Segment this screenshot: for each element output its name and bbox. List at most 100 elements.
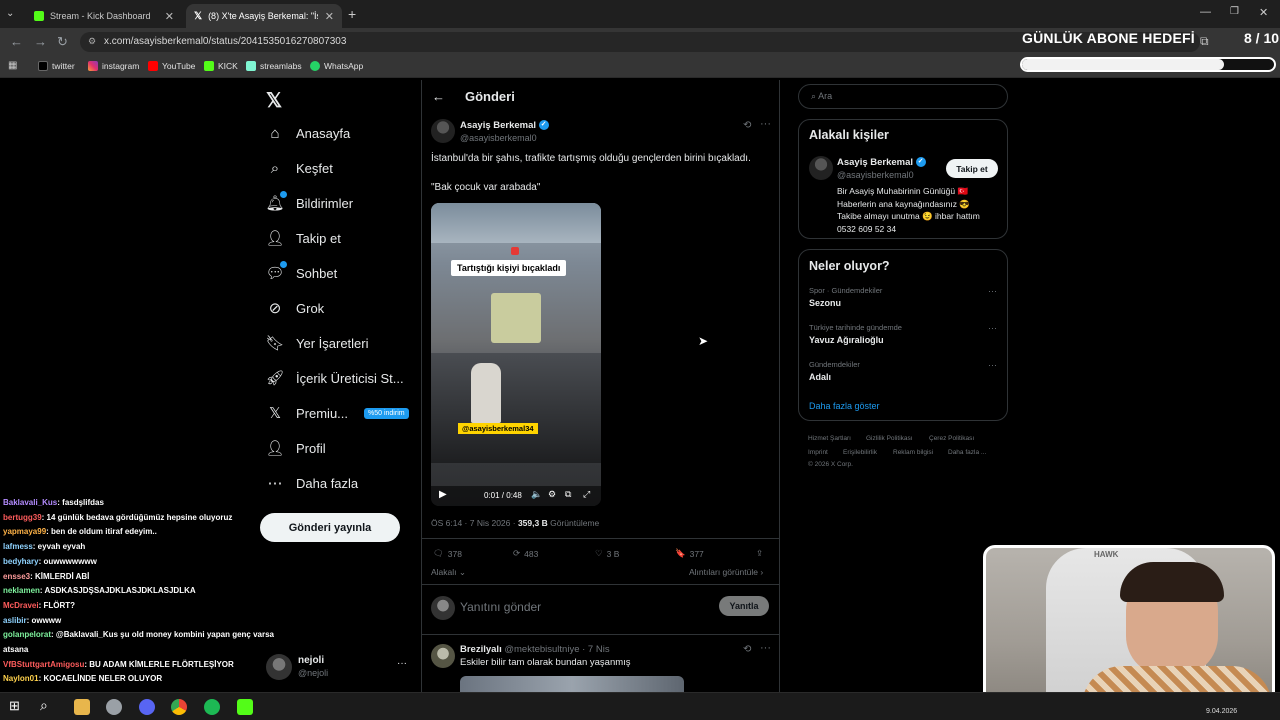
reply-count[interactable]: 🗨 378 <box>433 548 462 559</box>
chat-username[interactable]: golanpelorat <box>3 630 51 639</box>
volume-icon[interactable]: 🔈 <box>531 489 542 500</box>
trend-more-icon[interactable]: ··· <box>988 286 997 296</box>
grok-icon[interactable]: ⟲ <box>743 644 751 655</box>
tab-x-post[interactable]: 𝕏 (8) X'te Asayiş Berkemal: "İstanb ✕ <box>186 4 342 28</box>
restore-icon[interactable]: ❐ <box>1230 6 1239 17</box>
footer-link[interactable]: Daha fazla ... <box>948 449 986 456</box>
nav-item-1[interactable]: ⌕ Keşfet <box>266 153 333 183</box>
related-name[interactable]: Asayiş Berkemal ✓ <box>837 157 926 168</box>
forward-icon[interactable]: → <box>34 34 47 49</box>
chat-username[interactable]: yapmaya99 <box>3 527 46 536</box>
tab-list-chevron-icon[interactable]: ⌄ <box>6 8 14 19</box>
x-logo-icon[interactable]: 𝕏 <box>266 88 282 113</box>
new-tab-icon[interactable]: + <box>348 6 356 22</box>
trend-more-icon[interactable]: ··· <box>988 360 997 370</box>
nav-item-4[interactable]: 💬︎ Sohbet <box>265 258 337 288</box>
chat-username[interactable]: VfBStuttgartAmigosu <box>3 660 84 669</box>
settings-icon[interactable]: ⚙ <box>548 489 556 500</box>
back-icon[interactable]: ← <box>10 34 23 49</box>
chrome-icon[interactable] <box>171 699 187 715</box>
reply-media[interactable] <box>460 676 684 692</box>
bookmark-whatsapp[interactable]: WhatsApp <box>310 61 363 71</box>
reply-author[interactable]: Brezilyalı <box>460 644 502 655</box>
fullscreen-icon[interactable]: ⤢ <box>583 489 590 500</box>
post-more-icon[interactable]: ··· <box>760 118 771 130</box>
close-tab-icon[interactable]: ✕ <box>325 10 334 23</box>
reply-more-icon[interactable]: ··· <box>760 642 771 654</box>
reply-avatar[interactable] <box>431 644 455 668</box>
close-tab-icon[interactable]: ✕ <box>165 10 174 23</box>
apps-grid-icon[interactable]: ▦ <box>8 60 17 71</box>
bookmark-instagram[interactable]: instagram <box>88 61 139 71</box>
chat-username[interactable]: McDravei <box>3 601 39 610</box>
settings-app-icon[interactable] <box>106 699 122 715</box>
reply-button[interactable]: Yanıtla <box>719 596 769 616</box>
nav-item-5[interactable]: ⊘ Grok <box>266 293 324 323</box>
author-avatar[interactable] <box>431 119 455 143</box>
nav-item-2[interactable]: 🔔︎ Bildirimler <box>265 188 353 218</box>
chat-username[interactable]: neklamen <box>3 586 40 595</box>
back-arrow-icon[interactable]: ← <box>432 89 445 104</box>
footer-link[interactable]: Gizlilik Politikası <box>866 435 913 442</box>
chat-username[interactable]: lafmess <box>3 542 33 551</box>
related-avatar[interactable] <box>809 156 833 180</box>
nav-item-9[interactable]: 👤︎ Profil <box>265 433 325 463</box>
nav-item-8[interactable]: 𝕏 Premiu... %50 indirim <box>266 398 409 428</box>
bookmark-youtube[interactable]: YouTube <box>148 61 195 71</box>
nav-item-7[interactable]: 🚀︎ İçerik Üreticisi St... <box>265 363 403 393</box>
like-count[interactable]: ♡ 3 B <box>595 548 619 559</box>
chat-username[interactable]: Naylon01 <box>3 674 39 683</box>
nav-item-10[interactable]: ⋯ Daha fazla <box>266 468 359 498</box>
account-more-icon[interactable]: ··· <box>397 658 407 669</box>
site-info-icon[interactable]: ⚙ <box>88 36 96 47</box>
bookmark-kick[interactable]: KICK <box>204 61 238 71</box>
kick-app-icon[interactable] <box>237 699 253 715</box>
avatar[interactable] <box>266 654 292 680</box>
author-name[interactable]: Asayiş Berkemal ✓ <box>460 120 549 131</box>
repost-count[interactable]: ⟳ 483 <box>513 548 538 559</box>
post-video[interactable]: Tartıştığı kişiyi bıçakladı @asayisberke… <box>431 203 601 506</box>
minimize-icon[interactable]: — <box>1200 6 1211 18</box>
search-icon[interactable]: ⌕ <box>40 697 48 714</box>
close-window-icon[interactable]: ✕ <box>1259 6 1268 19</box>
reload-icon[interactable]: ↻ <box>57 34 68 50</box>
chat-username[interactable]: aslibir <box>3 616 27 625</box>
trend-item[interactable]: Sezonu <box>809 298 841 308</box>
footer-link[interactable]: Çerez Politikası <box>929 435 974 442</box>
nav-item-6[interactable]: 🔖︎ Yer İşaretleri <box>265 328 368 358</box>
search-input[interactable]: ⌕ Ara <box>798 84 1008 109</box>
chat-username[interactable]: bedyhary <box>3 557 39 566</box>
file-explorer-icon[interactable] <box>74 699 90 715</box>
chat-username[interactable]: Baklavali_Kus <box>3 498 57 507</box>
related-handle[interactable]: @asayisberkemal0 <box>837 170 914 180</box>
windows-start-icon[interactable]: ⊞ <box>9 698 20 714</box>
bookmark-count[interactable]: 🔖 377 <box>675 548 704 559</box>
play-icon[interactable]: ▶ <box>439 489 447 500</box>
post-button[interactable]: Gönderi yayınla <box>260 513 400 542</box>
trend-more-icon[interactable]: ··· <box>988 323 997 333</box>
bookmark-twitter[interactable]: twitter <box>38 61 75 71</box>
spotify-icon[interactable] <box>204 699 220 715</box>
nav-item-3[interactable]: 👤︎ Takip et <box>265 223 340 253</box>
nav-item-0[interactable]: ⌂ Anasayfa <box>266 118 350 148</box>
chat-username[interactable]: ensse3 <box>3 572 30 581</box>
show-more-link[interactable]: Daha fazla göster <box>809 401 880 411</box>
chat-username[interactable]: bertugg39 <box>3 513 42 522</box>
tab-kick-dashboard[interactable]: Stream - Kick Dashboard ✕ <box>26 4 182 28</box>
bookmark-streamlabs[interactable]: streamlabs <box>246 61 302 71</box>
author-handle[interactable]: @asayisberkemal0 <box>460 133 537 143</box>
extensions-icon[interactable]: ⧉ <box>1200 34 1209 49</box>
sort-dropdown[interactable]: Alakalı ⌄ <box>431 567 466 578</box>
trend-item[interactable]: Yavuz Ağıralioğlu <box>809 335 884 345</box>
reply-handle[interactable]: @mektebisultniye <box>504 644 579 655</box>
footer-link[interactable]: Hizmet Şartları <box>808 435 851 442</box>
pip-icon[interactable]: ⧉ <box>565 489 571 500</box>
share-button[interactable]: ⇪ <box>756 548 763 559</box>
discord-icon[interactable] <box>139 699 155 715</box>
trend-item[interactable]: Adalı <box>809 372 831 382</box>
follow-button[interactable]: Takip et <box>946 159 998 178</box>
footer-link[interactable]: Erişilebilirlik <box>843 449 877 456</box>
footer-link[interactable]: Imprint <box>808 449 828 456</box>
grok-icon[interactable]: ⟲ <box>743 120 751 131</box>
reply-input[interactable]: Yanıtını gönder <box>460 600 541 614</box>
